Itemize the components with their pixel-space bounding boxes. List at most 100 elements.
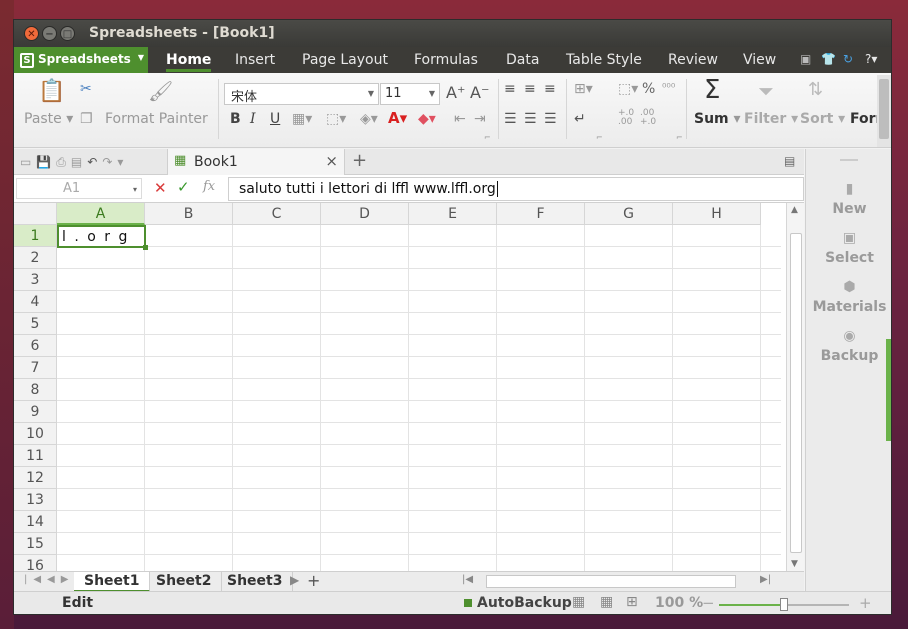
sheet-tab-2[interactable]: Sheet2 [146,572,223,592]
tab-table-style[interactable]: Table Style [566,52,642,68]
minimize-window-button[interactable]: − [42,26,57,41]
name-box[interactable]: A1 ▾ [16,178,142,199]
column-header-d[interactable]: D [321,203,409,225]
ribbon-scroll-thumb[interactable] [879,79,889,139]
copy-icon[interactable]: ❐ [80,111,93,127]
font-color-icon[interactable]: A▾ [388,109,407,127]
page-layout-view-icon[interactable]: ▦ [600,594,613,610]
cell-style-icon[interactable]: ⬚▾ [326,111,346,127]
pane-collapse-handle[interactable] [886,339,891,441]
print-icon[interactable]: ⎙ [56,155,66,170]
merge-cells-icon[interactable]: ⊞▾ [574,81,593,97]
zoom-slider-handle[interactable] [780,598,788,611]
tab-page-layout[interactable]: Page Layout [302,52,388,68]
document-tab[interactable]: ▦ Book1 × [167,149,345,175]
column-header-h[interactable]: H [673,203,761,225]
align-center-icon[interactable]: ☰ [524,111,537,127]
insert-function-icon[interactable]: fx [203,179,215,194]
undo-icon[interactable]: ↶ [87,155,97,170]
align-left-icon[interactable]: ☰ [504,111,517,127]
cut-icon[interactable]: ✂ [80,81,92,97]
row-header-4[interactable]: 4 [14,291,57,313]
formula-input[interactable]: saluto tutti i lettori di lffl www.lffl.… [228,177,804,201]
thousands-icon[interactable]: ⁰⁰⁰ [662,81,675,94]
pane-backup-button[interactable]: ◉ Backup [806,328,891,364]
paste-button[interactable]: Paste ▾ [24,111,73,127]
redo-icon[interactable]: ↷ [102,155,112,170]
ribbon-scrollbar[interactable] [877,75,891,147]
new-tab-button[interactable]: + [352,150,367,171]
fill-color-icon[interactable]: ◈▾ [360,111,378,127]
font-name-select[interactable]: 宋体 ▼ [224,83,379,105]
autobackup-button[interactable]: AutoBackup [464,595,572,611]
vertical-scroll-thumb[interactable] [790,233,802,553]
column-header-c[interactable]: C [233,203,321,225]
row-header-6[interactable]: 6 [14,335,57,357]
borders-icon[interactable]: ▦▾ [292,111,312,127]
tab-review[interactable]: Review [668,52,718,68]
row-header-15[interactable]: 15 [14,533,57,555]
sum-button[interactable]: Sum ▾ [694,111,741,127]
indent-icon[interactable]: ⇤ [454,111,466,127]
page-break-view-icon[interactable]: ⊞ [626,594,638,610]
vertical-scrollbar[interactable]: ▲ ▼ [786,203,804,571]
spreadsheet-grid[interactable]: A B C D E F G H 1 2 3 4 5 6 7 8 9 10 11 12 13 14 15 16 l . o r g [14,203,786,571]
zoom-slider[interactable] [719,598,849,611]
new-doc-icon[interactable]: ▭ [20,155,31,170]
shirt-icon[interactable]: 👕 [821,52,836,66]
active-cell[interactable]: l . o r g [57,225,148,250]
underline-button[interactable]: U [270,111,280,127]
tab-formulas[interactable]: Formulas [414,52,478,68]
column-header-b[interactable]: B [145,203,233,225]
row-header-11[interactable]: 11 [14,445,57,467]
row-header-2[interactable]: 2 [14,247,57,269]
tab-home[interactable]: Home [166,52,212,72]
horizontal-scrollbar[interactable]: |◀ ▶| [462,574,776,589]
align-right-icon[interactable]: ☰ [544,111,557,127]
row-header-7[interactable]: 7 [14,357,57,379]
maximize-window-button[interactable]: □ [60,26,75,41]
sync-icon[interactable]: ↻ [843,52,853,66]
select-all-corner[interactable] [14,203,57,225]
sort-button[interactable]: Sort ▾ [800,111,845,127]
save-icon[interactable]: 💾 [36,155,51,170]
row-header-3[interactable]: 3 [14,269,57,291]
column-header-e[interactable]: E [409,203,497,225]
skin-icon[interactable]: ▣ [800,52,811,66]
decrease-font-icon[interactable]: A⁻ [470,83,489,102]
add-sheet-button[interactable]: + [307,571,320,590]
sheet-tab-1[interactable]: Sheet1 [74,572,151,592]
tab-data[interactable]: Data [506,52,539,68]
tab-insert[interactable]: Insert [235,52,275,68]
format-painter-button[interactable]: Format Painter [105,111,208,127]
column-header-g[interactable]: G [585,203,673,225]
zoom-out-icon[interactable]: − [702,594,715,612]
italic-button[interactable]: I [250,111,256,127]
scroll-up-icon[interactable]: ▲ [791,205,798,215]
row-header-10[interactable]: 10 [14,423,57,445]
font-size-select[interactable]: 11 ▼ [380,83,440,105]
row-header-9[interactable]: 9 [14,401,57,423]
number-dialog-launcher-icon[interactable]: ⌐ [676,133,683,142]
bold-button[interactable]: B [230,111,241,127]
close-window-button[interactable]: ✕ [24,26,39,41]
row-header-13[interactable]: 13 [14,489,57,511]
normal-view-icon[interactable]: ▦ [572,594,585,610]
scroll-sheets-right-icon[interactable]: ▶ [290,573,299,587]
sheet-tab-3[interactable]: Sheet3 [217,572,294,592]
row-header-8[interactable]: 8 [14,379,57,401]
decrease-decimal-icon[interactable]: .00 +.0 [640,109,656,127]
align-top-icon[interactable]: ≡ [504,81,516,97]
cancel-edit-icon[interactable]: ✕ [154,179,167,197]
customize-toolbar-icon[interactable]: ▾ [117,155,123,170]
wrap-text-icon[interactable]: ↵ [574,111,586,127]
row-header-12[interactable]: 12 [14,467,57,489]
outdent-icon[interactable]: ⇥ [474,111,486,127]
alignment-dialog-launcher-icon[interactable]: ⌐ [596,133,603,142]
pane-materials-button[interactable]: ⬢ Materials [806,279,891,315]
align-bottom-icon[interactable]: ≡ [544,81,556,97]
scroll-left-icon[interactable]: |◀ [462,574,473,585]
font-dialog-launcher-icon[interactable]: ⌐ [484,133,491,142]
row-header-14[interactable]: 14 [14,511,57,533]
print-preview-icon[interactable]: ▤ [71,155,82,170]
